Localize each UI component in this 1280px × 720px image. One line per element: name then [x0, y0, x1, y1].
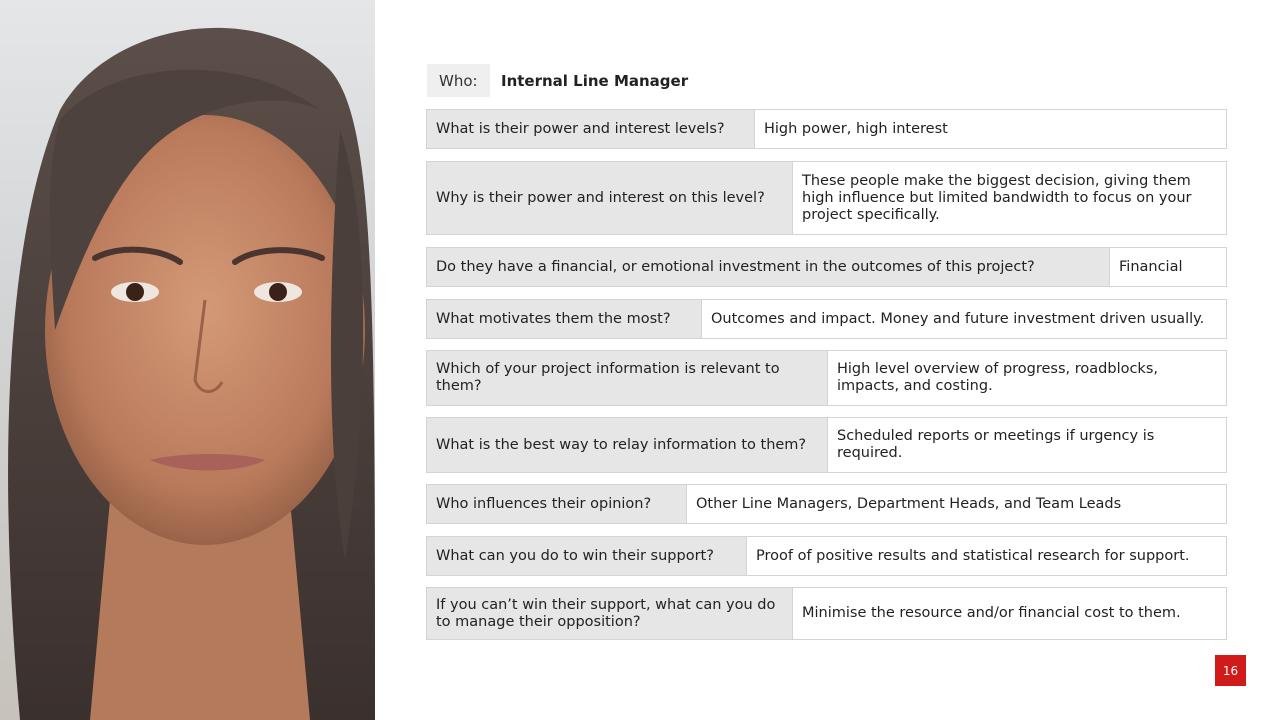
qa-answer: High power, high interest — [764, 120, 948, 137]
page-number-badge: 16 — [1215, 655, 1246, 686]
qa-row-motivation: What motivates them the most? Outcomes a… — [426, 299, 1227, 339]
qa-row-relevant-info: Which of your project information is rel… — [426, 350, 1227, 406]
who-row: Who: Internal Line Manager — [427, 64, 688, 97]
qa-row-investment: Do they have a financial, or emotional i… — [426, 247, 1227, 287]
qa-question: Do they have a financial, or emotional i… — [427, 248, 1110, 286]
qa-row-influences: Who influences their opinion? Other Line… — [426, 484, 1227, 524]
qa-answer: These people make the biggest decision, … — [802, 172, 1192, 223]
qa-row-power-interest: What is their power and interest levels?… — [426, 109, 1227, 149]
qa-question: Which of your project information is rel… — [427, 351, 828, 405]
who-label: Who: — [427, 64, 490, 97]
who-value: Internal Line Manager — [501, 71, 689, 90]
qa-row-why-level: Why is their power and interest on this … — [426, 161, 1227, 235]
qa-question: What is the best way to relay informatio… — [427, 418, 828, 472]
qa-answer: Scheduled reports or meetings if urgency… — [837, 428, 1155, 461]
qa-answer: High level overview of progress, roadblo… — [837, 361, 1158, 394]
qa-answer: Outcomes and impact. Money and future in… — [711, 310, 1205, 327]
qa-question: What motivates them the most? — [427, 300, 702, 338]
qa-answer: Other Line Managers, Department Heads, a… — [696, 495, 1122, 512]
qa-row-relay-info: What is the best way to relay informatio… — [426, 417, 1227, 473]
qa-question: Why is their power and interest on this … — [427, 162, 793, 234]
portrait-photo — [0, 0, 375, 720]
qa-row-manage-opposition: If you can’t win their support, what can… — [426, 587, 1227, 640]
qa-question: Who influences their opinion? — [427, 485, 687, 523]
qa-question: What is their power and interest levels? — [427, 110, 755, 148]
qa-answer: Minimise the resource and/or financial c… — [802, 605, 1181, 621]
qa-row-win-support: What can you do to win their support? Pr… — [426, 536, 1227, 576]
qa-question: If you can’t win their support, what can… — [427, 588, 793, 639]
qa-answer: Proof of positive results and statistica… — [756, 547, 1190, 564]
qa-question: What can you do to win their support? — [427, 537, 747, 575]
portrait-illustration — [8, 27, 375, 720]
qa-answer: Financial — [1119, 258, 1183, 275]
